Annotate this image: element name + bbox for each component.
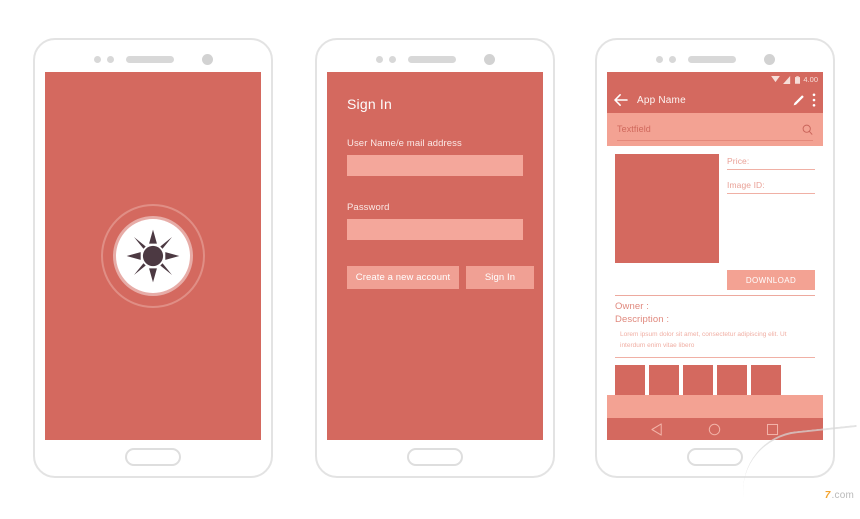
- home-button[interactable]: [407, 448, 463, 466]
- thumbnail-item[interactable]: [615, 365, 645, 395]
- sensor-dot-icon: [655, 55, 663, 63]
- thumbnail-item[interactable]: [649, 365, 679, 395]
- watermark: 7.com: [825, 490, 854, 501]
- sensor-dot-icon: [668, 55, 676, 63]
- phone-top-bezel: [597, 50, 833, 68]
- password-label: Password: [347, 202, 390, 213]
- screen-detail: 4.00 App Name Textfield Price: Image ID:…: [607, 72, 823, 440]
- overflow-menu-icon[interactable]: [812, 93, 816, 107]
- search-field-wrapper[interactable]: Textfield: [617, 118, 813, 141]
- home-button[interactable]: [125, 448, 181, 466]
- thumbnail-strip: [615, 357, 815, 395]
- signin-button-row: Create a new account Sign In: [347, 266, 534, 289]
- android-home-icon[interactable]: [708, 423, 721, 436]
- screen-splash: [45, 72, 261, 440]
- sensor-dot-icon: [106, 55, 114, 63]
- info-section: Owner : Description : Lorem ipsum dolor …: [615, 295, 815, 351]
- signin-button[interactable]: Sign In: [466, 266, 534, 289]
- sun-logo-icon: [126, 229, 180, 283]
- price-row: Price:: [727, 154, 815, 170]
- search-icon[interactable]: [802, 124, 813, 135]
- earpiece-speaker-icon: [407, 55, 456, 63]
- app-detail-screen: 4.00 App Name Textfield Price: Image ID:…: [607, 72, 823, 440]
- username-label: User Name/e mail address: [347, 138, 462, 149]
- home-button[interactable]: [687, 448, 743, 466]
- splash-background: [45, 72, 261, 440]
- phone-mockup-detail: 4.00 App Name Textfield Price: Image ID:…: [595, 38, 835, 478]
- earpiece-speaker-icon: [125, 55, 174, 63]
- phone-mockup-splash: [33, 38, 273, 478]
- front-camera-icon: [763, 53, 775, 65]
- image-id-row: Image ID:: [727, 178, 815, 194]
- download-button[interactable]: DOWNLOAD: [727, 270, 815, 291]
- status-time: 4.00: [803, 75, 818, 84]
- search-bar: Textfield: [607, 113, 823, 146]
- owner-label: Owner :: [615, 301, 649, 313]
- meta-panel: Price: Image ID: DOWNLOAD: [727, 154, 815, 292]
- sensor-dot-icon: [375, 55, 383, 63]
- app-bar-title: App Name: [637, 94, 686, 106]
- android-recents-icon[interactable]: [766, 423, 779, 436]
- signal-bars-icon: [783, 75, 791, 84]
- battery-icon: [795, 75, 801, 84]
- description-text: Lorem ipsum dolor sit amet, consectetur …: [620, 331, 787, 349]
- sensor-dot-icon: [93, 55, 101, 63]
- watermark-text: .com: [831, 490, 854, 501]
- sensor-dot-icon: [388, 55, 396, 63]
- pencil-edit-icon[interactable]: [792, 94, 805, 107]
- app-bar: App Name: [607, 87, 823, 113]
- front-camera-icon: [201, 53, 213, 65]
- thumbnail-item[interactable]: [751, 365, 781, 395]
- android-back-icon[interactable]: [651, 422, 664, 436]
- search-input[interactable]: Textfield: [617, 124, 651, 134]
- watermark-mark: 7: [824, 490, 831, 501]
- phone-mockup-signin: Sign In User Name/e mail address Passwor…: [315, 38, 555, 478]
- hero-image-placeholder[interactable]: [615, 154, 719, 263]
- signin-form: Sign In User Name/e mail address Passwor…: [327, 72, 543, 440]
- phone-top-bezel: [317, 50, 553, 68]
- thumbnail-item[interactable]: [717, 365, 747, 395]
- thumbnail-item[interactable]: [683, 365, 713, 395]
- front-camera-icon: [483, 53, 495, 65]
- description-label: Description :: [615, 314, 670, 326]
- status-bar: 4.00: [607, 72, 823, 87]
- detail-section: Price: Image ID: DOWNLOAD: [607, 146, 823, 292]
- username-input[interactable]: [347, 155, 523, 176]
- wifi-icon: [771, 76, 781, 83]
- phone-top-bezel: [35, 50, 271, 68]
- back-arrow-icon[interactable]: [614, 94, 628, 106]
- bottom-accent-bar: [607, 395, 823, 418]
- earpiece-speaker-icon: [687, 55, 736, 63]
- password-input[interactable]: [347, 219, 523, 240]
- screen-signin: Sign In User Name/e mail address Passwor…: [327, 72, 543, 440]
- create-account-button[interactable]: Create a new account: [347, 266, 459, 289]
- page-title: Sign In: [347, 96, 392, 112]
